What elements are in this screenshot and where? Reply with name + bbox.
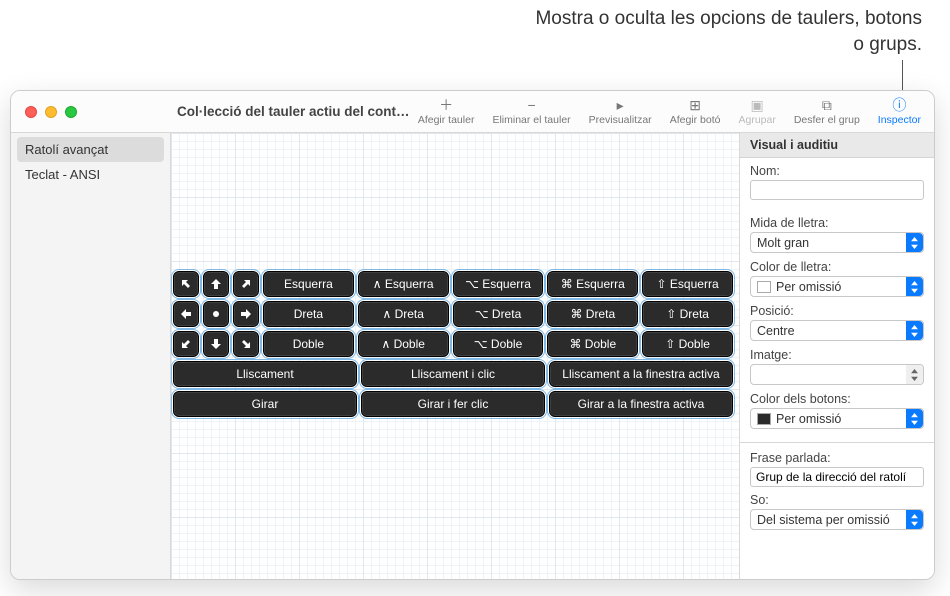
font-size-label: Mida de lletra: xyxy=(750,216,924,230)
toolbar: ＋ Afegir tauler − Eliminar el tauler ▸ P… xyxy=(409,91,934,132)
mod-button[interactable]: ⌘ Doble xyxy=(547,331,638,357)
mod-button[interactable]: ⇧ Esquerra xyxy=(642,271,733,297)
callout-text: Mostra o oculta les opcions de taulers, … xyxy=(522,6,922,57)
mod-button[interactable]: ⌥ Doble xyxy=(453,331,544,357)
button-color-label: Color dels botons: xyxy=(750,392,924,406)
font-size-select[interactable]: Molt gran xyxy=(750,232,924,253)
arrow-c-button[interactable] xyxy=(203,301,229,327)
action-button[interactable]: Girar i fer clic xyxy=(361,391,545,417)
add-button-icon: ⊞ xyxy=(687,98,703,112)
remove-panel-button[interactable]: − Eliminar el tauler xyxy=(483,91,579,132)
zoom-window-button[interactable] xyxy=(65,106,77,118)
play-icon: ▸ xyxy=(612,98,628,112)
ungroup-button[interactable]: ⧉ Desfer el grup xyxy=(785,91,869,132)
titlebar: Col·lecció del tauler actiu del cont… ＋ … xyxy=(11,91,934,133)
mod-button[interactable]: Doble xyxy=(263,331,354,357)
toolbar-label: Afegir botó xyxy=(670,114,721,126)
mod-button[interactable]: ⌘ Esquerra xyxy=(547,271,638,297)
mod-button[interactable]: ⌥ Esquerra xyxy=(453,271,544,297)
group-icon: ▣ xyxy=(749,98,765,112)
select-value: Molt gran xyxy=(757,236,809,250)
name-label: Nom: xyxy=(750,164,924,178)
image-select[interactable] xyxy=(750,364,924,385)
button-group[interactable]: Esquerra∧ Esquerra⌥ Esquerra⌘ Esquerra⇧ … xyxy=(173,271,733,421)
window-controls xyxy=(11,91,171,132)
minimize-window-button[interactable] xyxy=(45,106,57,118)
toolbar-label: Inspector xyxy=(878,114,921,126)
minus-icon: − xyxy=(524,98,540,112)
toolbar-label: Eliminar el tauler xyxy=(492,114,570,126)
arrow-s-button[interactable] xyxy=(203,331,229,357)
info-icon: ⓘ xyxy=(891,98,907,112)
arrow-e-button[interactable] xyxy=(233,301,259,327)
sidebar: Ratolí avançat Teclat - ANSI xyxy=(11,133,171,579)
mod-button[interactable]: Dreta xyxy=(263,301,354,327)
toolbar-label: Previsualitzar xyxy=(589,114,652,126)
select-value: Del sistema per omissió xyxy=(757,513,890,527)
inspector-panel: Visual i auditiu Nom: Mida de lletra: Mo… xyxy=(739,133,934,579)
mod-button[interactable]: ⇧ Doble xyxy=(642,331,733,357)
group-button[interactable]: ▣ Agrupar xyxy=(729,91,784,132)
position-label: Posició: xyxy=(750,304,924,318)
close-window-button[interactable] xyxy=(25,106,37,118)
toolbar-label: Afegir tauler xyxy=(418,114,475,126)
arrow-w-button[interactable] xyxy=(173,301,199,327)
window-title: Col·lecció del tauler actiu del cont… xyxy=(171,91,409,132)
arrow-nw-button[interactable] xyxy=(173,271,199,297)
action-button[interactable]: Girar xyxy=(173,391,357,417)
arrow-n-button[interactable] xyxy=(203,271,229,297)
action-button[interactable]: Lliscament xyxy=(173,361,357,387)
select-value: Per omissió xyxy=(776,412,841,426)
position-select[interactable]: Centre xyxy=(750,320,924,341)
inspector-header: Visual i auditiu xyxy=(740,133,934,158)
spoken-phrase-input[interactable] xyxy=(750,467,924,487)
sidebar-item-advanced-mouse[interactable]: Ratolí avançat xyxy=(17,137,164,162)
action-button[interactable]: Lliscament a la finestra activa xyxy=(549,361,733,387)
arrow-ne-button[interactable] xyxy=(233,271,259,297)
mod-button[interactable]: ⌘ Dreta xyxy=(547,301,638,327)
inspector-button[interactable]: ⓘ Inspector xyxy=(869,91,930,132)
color-swatch xyxy=(757,413,771,425)
mod-button[interactable]: ∧ Doble xyxy=(358,331,449,357)
select-value: Per omissió xyxy=(776,280,841,294)
toolbar-label: Desfer el grup xyxy=(794,114,860,126)
arrow-se-button[interactable] xyxy=(233,331,259,357)
ungroup-icon: ⧉ xyxy=(819,98,835,112)
font-color-label: Color de lletra: xyxy=(750,260,924,274)
canvas[interactable]: Esquerra∧ Esquerra⌥ Esquerra⌘ Esquerra⇧ … xyxy=(171,133,739,579)
action-button[interactable]: Girar a la finestra activa xyxy=(549,391,733,417)
action-button[interactable]: Lliscament i clic xyxy=(361,361,545,387)
button-color-select[interactable]: Per omissió xyxy=(750,408,924,429)
add-panel-button[interactable]: ＋ Afegir tauler xyxy=(409,91,484,132)
sidebar-item-keyboard-ansi[interactable]: Teclat - ANSI xyxy=(11,162,170,187)
main-window: Col·lecció del tauler actiu del cont… ＋ … xyxy=(10,90,935,580)
preview-button[interactable]: ▸ Previsualitzar xyxy=(580,91,661,132)
color-swatch xyxy=(757,281,771,293)
select-value: Centre xyxy=(757,324,795,338)
mod-button[interactable]: ∧ Esquerra xyxy=(358,271,449,297)
name-input[interactable] xyxy=(750,180,924,200)
sound-select[interactable]: Del sistema per omissió xyxy=(750,509,924,530)
mod-button[interactable]: ⌥ Dreta xyxy=(453,301,544,327)
sound-label: So: xyxy=(750,493,924,507)
spoken-phrase-label: Frase parlada: xyxy=(750,451,924,465)
mod-button[interactable]: ∧ Dreta xyxy=(358,301,449,327)
arrow-sw-button[interactable] xyxy=(173,331,199,357)
mod-button[interactable]: ⇧ Dreta xyxy=(642,301,733,327)
add-button-button[interactable]: ⊞ Afegir botó xyxy=(661,91,730,132)
toolbar-label: Agrupar xyxy=(738,114,775,126)
font-color-select[interactable]: Per omissió xyxy=(750,276,924,297)
mod-button[interactable]: Esquerra xyxy=(263,271,354,297)
image-label: Imatge: xyxy=(750,348,924,362)
plus-icon: ＋ xyxy=(438,98,454,112)
